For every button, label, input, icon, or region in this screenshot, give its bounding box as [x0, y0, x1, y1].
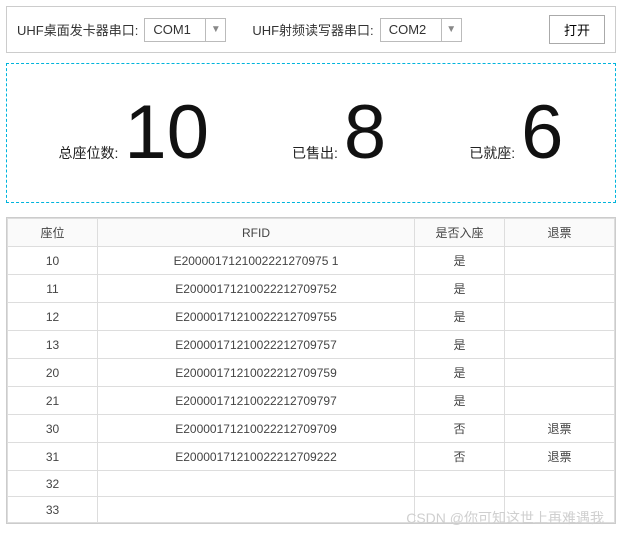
cell-rfid: E20000171210022212709759 [98, 359, 415, 387]
cell-refund [505, 303, 615, 331]
cell-rfid: E20000171210022212709752 [98, 275, 415, 303]
stat-sold: 已售出: 8 [292, 95, 386, 171]
chevron-down-icon: ▼ [205, 19, 225, 41]
stat-sold-value: 8 [344, 95, 386, 171]
stats-panel: 总座位数: 10 已售出: 8 已就座: 6 [6, 63, 616, 203]
col-refund: 退票 [505, 219, 615, 247]
cell-seated: 是 [415, 247, 505, 275]
cell-rfid [98, 471, 415, 497]
seat-table: 座位 RFID 是否入座 退票 10E200001712100222127097… [7, 218, 615, 523]
open-button[interactable]: 打开 [549, 15, 605, 44]
cell-seat: 20 [8, 359, 98, 387]
table-row[interactable]: 20E20000171210022212709759是 [8, 359, 615, 387]
cell-seated [415, 471, 505, 497]
cell-refund: 退票 [505, 443, 615, 471]
table-row[interactable]: 30E20000171210022212709709否退票 [8, 415, 615, 443]
cell-seat: 32 [8, 471, 98, 497]
stat-seated-label: 已就座: [469, 143, 515, 163]
cell-rfid: E20000171210022212709757 [98, 331, 415, 359]
port2-select[interactable]: COM2 ▼ [380, 18, 462, 42]
cell-seated: 否 [415, 443, 505, 471]
table-row[interactable]: 12E20000171210022212709755是 [8, 303, 615, 331]
cell-seat: 21 [8, 387, 98, 415]
cell-seat: 33 [8, 497, 98, 523]
stat-total: 总座位数: 10 [59, 95, 209, 171]
port2-label: UHF射频读写器串口: [252, 20, 373, 39]
cell-seated: 是 [415, 275, 505, 303]
cell-seated: 是 [415, 387, 505, 415]
cell-refund [505, 331, 615, 359]
port2-value: COM2 [381, 19, 441, 41]
table-header-row: 座位 RFID 是否入座 退票 [8, 219, 615, 247]
cell-refund [505, 387, 615, 415]
cell-rfid: E2000017121002221270975 1 [98, 247, 415, 275]
table-row[interactable]: 13E20000171210022212709757是 [8, 331, 615, 359]
stat-sold-label: 已售出: [292, 143, 338, 163]
cell-refund [505, 471, 615, 497]
cell-rfid: E20000171210022212709222 [98, 443, 415, 471]
cell-seated: 否 [415, 415, 505, 443]
cell-refund [505, 275, 615, 303]
col-rfid: RFID [98, 219, 415, 247]
cell-refund [505, 359, 615, 387]
cell-refund: 退票 [505, 415, 615, 443]
cell-seated: 是 [415, 331, 505, 359]
table-row[interactable]: 10E2000017121002221270975 1是 [8, 247, 615, 275]
cell-refund [505, 497, 615, 523]
port1-select[interactable]: COM1 ▼ [144, 18, 226, 42]
table-row[interactable]: 33 [8, 497, 615, 523]
cell-seated: 是 [415, 303, 505, 331]
table-row[interactable]: 31E20000171210022212709222否退票 [8, 443, 615, 471]
cell-seat: 11 [8, 275, 98, 303]
chevron-down-icon: ▼ [441, 19, 461, 41]
toolbar: UHF桌面发卡器串口: COM1 ▼ UHF射频读写器串口: COM2 ▼ 打开 [6, 6, 616, 53]
cell-rfid [98, 497, 415, 523]
table-row[interactable]: 32 [8, 471, 615, 497]
seat-table-container: 座位 RFID 是否入座 退票 10E200001712100222127097… [6, 217, 616, 524]
col-seat: 座位 [8, 219, 98, 247]
cell-seat: 30 [8, 415, 98, 443]
stat-seated: 已就座: 6 [469, 95, 563, 171]
cell-seated [415, 497, 505, 523]
cell-seat: 31 [8, 443, 98, 471]
cell-seated: 是 [415, 359, 505, 387]
port1-value: COM1 [145, 19, 205, 41]
cell-rfid: E20000171210022212709709 [98, 415, 415, 443]
cell-seat: 13 [8, 331, 98, 359]
table-row[interactable]: 21E20000171210022212709797是 [8, 387, 615, 415]
cell-rfid: E20000171210022212709797 [98, 387, 415, 415]
stat-total-value: 10 [124, 95, 209, 171]
col-seated: 是否入座 [415, 219, 505, 247]
cell-seat: 10 [8, 247, 98, 275]
table-row[interactable]: 11E20000171210022212709752是 [8, 275, 615, 303]
stat-seated-value: 6 [521, 95, 563, 171]
cell-refund [505, 247, 615, 275]
port1-label: UHF桌面发卡器串口: [17, 20, 138, 39]
stat-total-label: 总座位数: [59, 143, 119, 163]
cell-seat: 12 [8, 303, 98, 331]
cell-rfid: E20000171210022212709755 [98, 303, 415, 331]
